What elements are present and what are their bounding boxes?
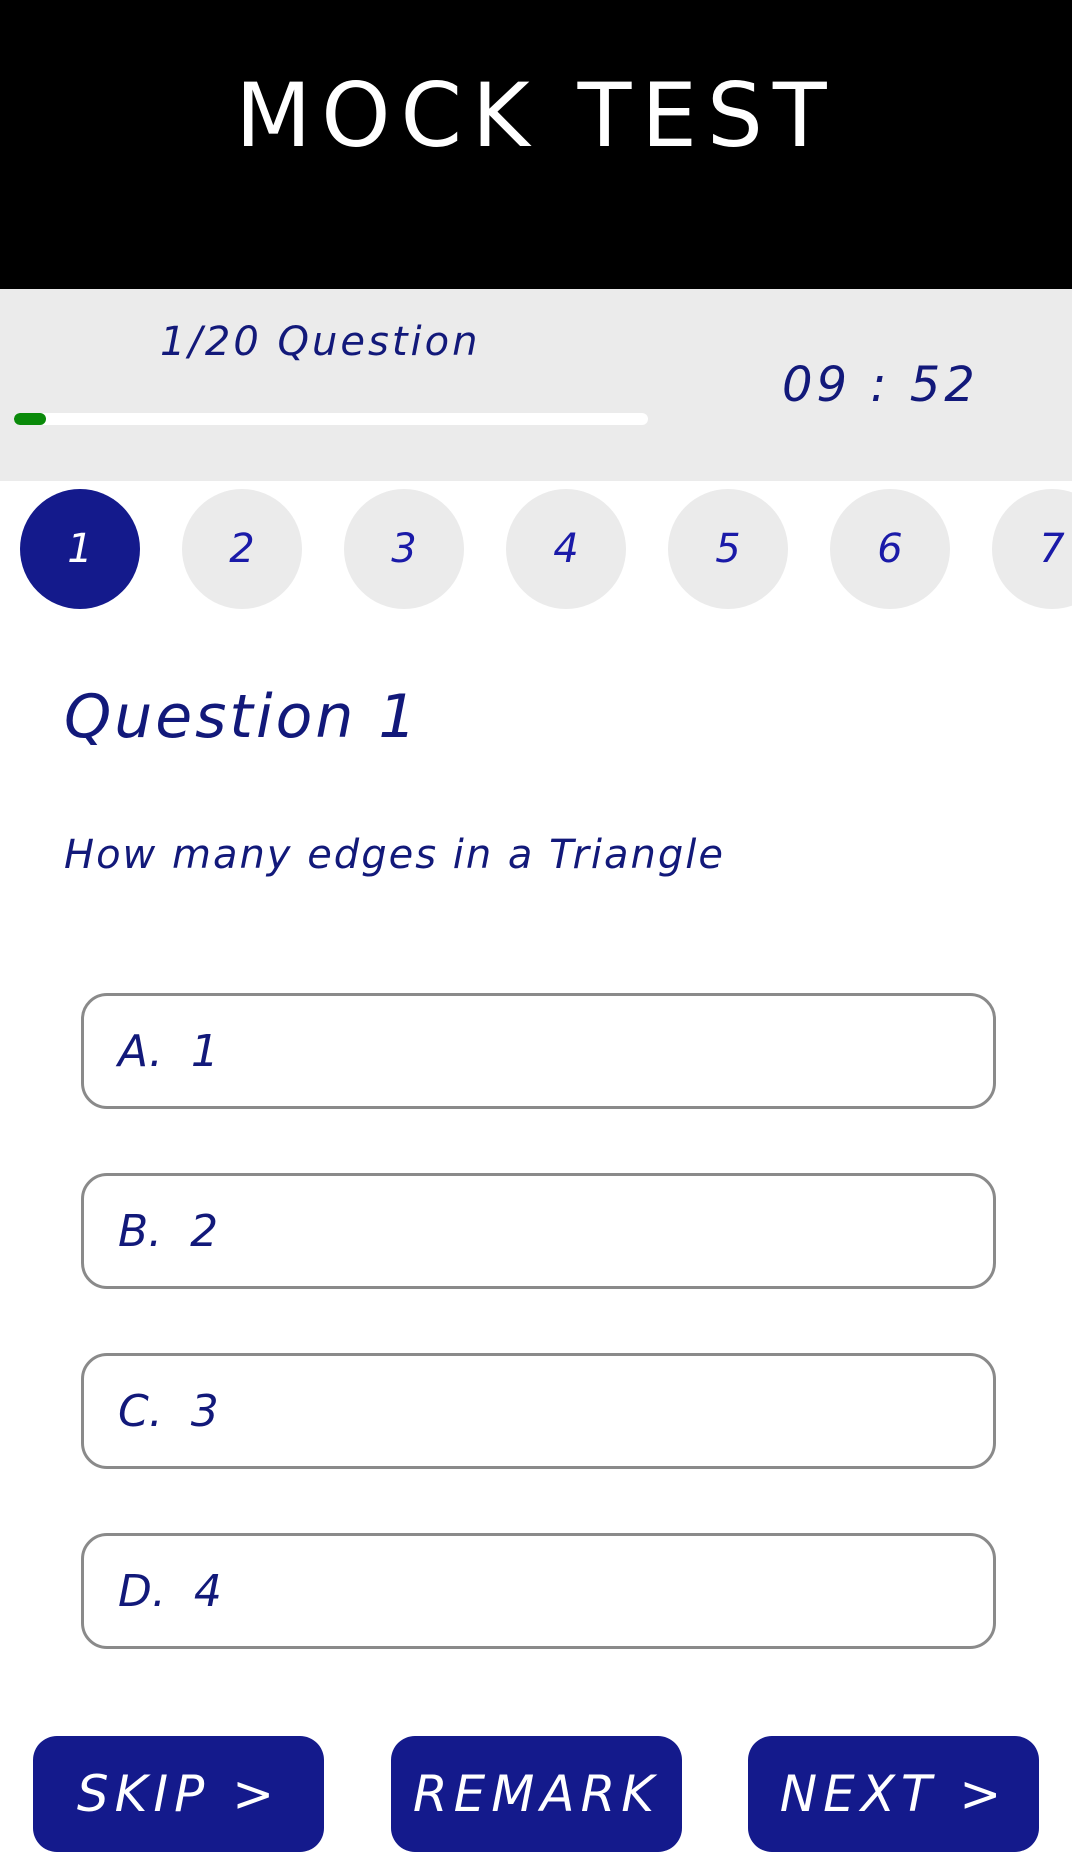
countdown-timer: 09 : 52 [782, 357, 979, 413]
option-letter: D. [118, 1565, 166, 1617]
option-letter: A. [118, 1025, 163, 1077]
remark-button[interactable]: REMARK [391, 1736, 682, 1852]
option-letter: C. [118, 1385, 163, 1437]
status-bar: 1/20 Question 09 : 52 [0, 289, 1072, 481]
app-title: MOCK TEST [235, 64, 837, 167]
question-nav-item-6[interactable]: 6 [830, 489, 950, 609]
header-bar: MOCK TEST [0, 0, 1072, 289]
progress-bar [14, 413, 648, 425]
option-value: 2 [190, 1205, 219, 1257]
question-nav-item-7[interactable]: 7 [992, 489, 1072, 609]
option-a[interactable]: A. 1 [81, 993, 996, 1109]
question-text: How many edges in a Triangle [64, 832, 726, 878]
option-b[interactable]: B. 2 [81, 1173, 996, 1289]
question-counter: 1/20 Question [160, 319, 481, 365]
question-nav: 1 2 3 4 5 6 7 [0, 489, 1072, 611]
next-button[interactable]: NEXT > [748, 1736, 1039, 1852]
progress-bar-fill [14, 413, 46, 425]
question-nav-item-5[interactable]: 5 [668, 489, 788, 609]
question-nav-item-3[interactable]: 3 [344, 489, 464, 609]
skip-button[interactable]: SKIP > [33, 1736, 324, 1852]
option-value: 4 [193, 1565, 222, 1617]
question-nav-item-4[interactable]: 4 [506, 489, 626, 609]
option-d[interactable]: D. 4 [81, 1533, 996, 1649]
option-value: 3 [190, 1385, 219, 1437]
option-value: 1 [190, 1025, 219, 1077]
question-title: Question 1 [64, 682, 420, 752]
option-c[interactable]: C. 3 [81, 1353, 996, 1469]
question-nav-item-1[interactable]: 1 [20, 489, 140, 609]
question-nav-item-2[interactable]: 2 [182, 489, 302, 609]
option-letter: B. [118, 1205, 163, 1257]
